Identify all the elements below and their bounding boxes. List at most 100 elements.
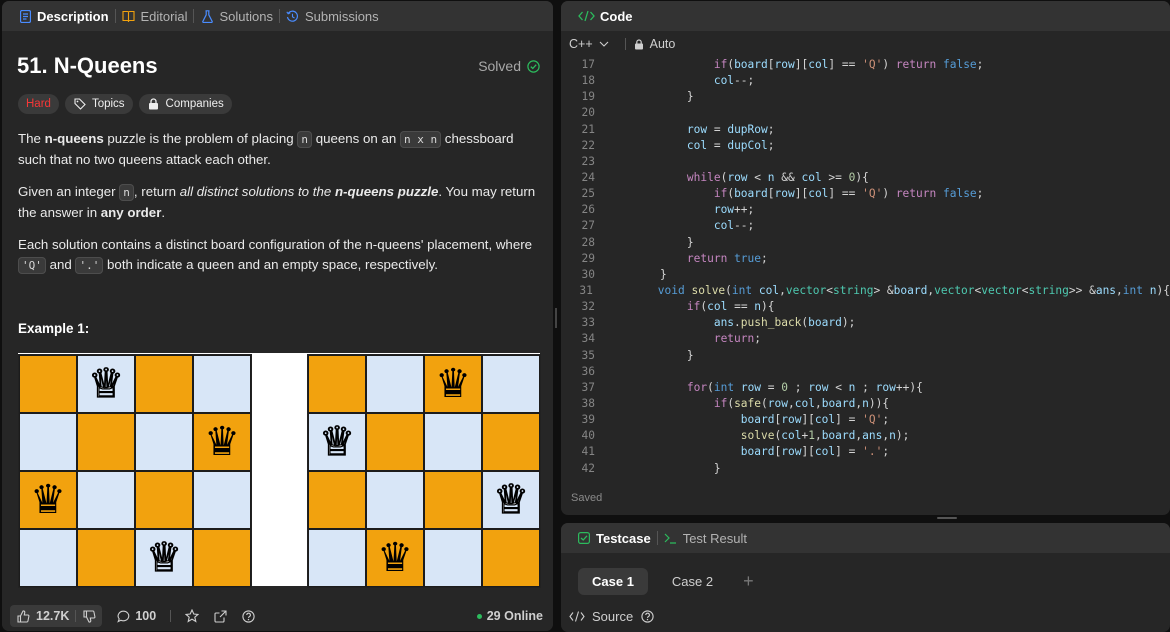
code-line[interactable]: 32 if(col == n){	[561, 299, 1170, 315]
companies-tag[interactable]: Companies	[138, 94, 232, 114]
line-number: 27	[581, 219, 595, 233]
code-text[interactable]: }	[595, 348, 694, 364]
thumbs-down-icon[interactable]	[82, 609, 96, 623]
code-text[interactable]: return;	[595, 331, 761, 347]
thumbs-up-icon[interactable]	[16, 609, 30, 623]
external-link-icon	[213, 609, 227, 623]
question-circle-icon	[241, 609, 255, 623]
code-line[interactable]: 35 }	[561, 348, 1170, 364]
language-label: C++	[569, 37, 593, 51]
code-line[interactable]: 31 void solve(int col,vector<string> &bo…	[561, 283, 1170, 299]
share-button[interactable]	[213, 609, 227, 623]
code-text[interactable]: solve(col+1,board,ans,n);	[595, 428, 910, 444]
question-circle-icon[interactable]	[640, 610, 654, 624]
tab-test-result[interactable]: Test Result	[658, 523, 753, 553]
tab-code[interactable]: Code	[571, 1, 639, 31]
code-text[interactable]: if(board[row][col] == 'Q') return false;	[595, 57, 984, 73]
code-line[interactable]: 23	[561, 154, 1170, 170]
tab-testcase[interactable]: Testcase	[571, 523, 657, 553]
testcase-panel: Testcase Test Result Case 1 Case 2 + Sou…	[561, 523, 1170, 632]
help-button[interactable]	[241, 609, 255, 623]
code-text[interactable]: if(board[row][col] == 'Q') return false;	[595, 186, 984, 202]
code-line[interactable]: 41 board[row][col] = '.';	[561, 444, 1170, 460]
code-line[interactable]: 20	[561, 105, 1170, 121]
tab-editorial[interactable]: Editorial	[116, 1, 194, 31]
horizontal-resize-handle[interactable]	[937, 517, 957, 519]
vertical-resize-handle[interactable]	[555, 308, 557, 328]
code-text[interactable]: row = dupRow;	[595, 122, 775, 138]
code-editor[interactable]: 17 if(board[row][col] == 'Q') return fal…	[561, 57, 1170, 475]
code-line[interactable]: 36	[561, 364, 1170, 380]
code-line[interactable]: 37 for(int row = 0 ; row < n ; row++){	[561, 380, 1170, 396]
case-1-tab[interactable]: Case 1	[578, 568, 648, 595]
code-text[interactable]: col = dupCol;	[595, 138, 775, 154]
line-number: 31	[579, 283, 593, 297]
line-number: 18	[581, 74, 595, 88]
code-line[interactable]: 42 }	[561, 461, 1170, 475]
code-text[interactable]: return true;	[595, 251, 768, 267]
comments-button[interactable]: 100	[116, 609, 156, 623]
line-number: 17	[581, 58, 595, 71]
tab-solutions[interactable]: Solutions	[194, 1, 278, 31]
code-text[interactable]: }	[595, 267, 667, 283]
auto-mode-toggle[interactable]: Auto	[632, 37, 675, 51]
code-text[interactable]: board[row][col] = 'Q';	[595, 412, 889, 428]
code-text[interactable]: row++;	[595, 202, 754, 218]
code-text[interactable]: ans.push_back(board);	[595, 315, 856, 331]
code-line[interactable]: 26 row++;	[561, 202, 1170, 218]
tab-editorial-label: Editorial	[140, 8, 188, 24]
code-text[interactable]: void solve(int col,vector<string> &board…	[593, 283, 1170, 299]
code-text[interactable]: for(int row = 0 ; row < n ; row++){	[595, 380, 923, 396]
favorite-button[interactable]	[185, 609, 200, 623]
code-text[interactable]: }	[595, 461, 721, 475]
add-case-icon[interactable]: +	[743, 571, 754, 592]
code-line[interactable]: 27 col--;	[561, 218, 1170, 234]
example-title: Example 1:	[18, 321, 90, 336]
tab-description[interactable]: Description	[12, 1, 115, 31]
code-line[interactable]: 24 while(row < n && col >= 0){	[561, 170, 1170, 186]
code-line[interactable]: 29 return true;	[561, 251, 1170, 267]
checkbox-icon	[577, 531, 591, 545]
language-select[interactable]: C++	[569, 37, 611, 51]
board-square	[424, 471, 482, 529]
bold-italic-text: n-queens puzzle	[334, 184, 439, 199]
code-line[interactable]: 21 row = dupRow;	[561, 122, 1170, 138]
code-text[interactable]: }	[595, 89, 694, 105]
code-line[interactable]: 22 col = dupCol;	[561, 138, 1170, 154]
queen-icon: ♛	[435, 361, 471, 407]
code-line[interactable]: 17 if(board[row][col] == 'Q') return fal…	[561, 57, 1170, 73]
line-number: 39	[581, 413, 595, 427]
code-line[interactable]: 18 col--;	[561, 73, 1170, 89]
code-text[interactable]: col--;	[595, 218, 754, 234]
code-text[interactable]: col--;	[595, 73, 754, 89]
case-2-tab[interactable]: Case 2	[658, 568, 727, 595]
source-label[interactable]: Source	[592, 609, 633, 624]
board-square	[482, 355, 540, 413]
code-text[interactable]	[595, 154, 633, 170]
inline-code: '.'	[75, 256, 104, 274]
code-text[interactable]: board[row][col] = '.';	[595, 444, 889, 460]
code-text[interactable]: if(col == n){	[595, 299, 775, 315]
code-line[interactable]: 19 }	[561, 89, 1170, 105]
line-number: 19	[581, 90, 595, 104]
chevron-down-icon	[597, 37, 611, 51]
code-line[interactable]: 28 }	[561, 235, 1170, 251]
code-line[interactable]: 39 board[row][col] = 'Q';	[561, 412, 1170, 428]
code-text[interactable]	[595, 364, 633, 380]
bold-text: n-queens	[44, 131, 104, 146]
code-line[interactable]: 30 }	[561, 267, 1170, 283]
example-image: ♕ ♛ ♛ ♕ ♛ ♕ ♕ ♛	[18, 353, 541, 588]
code-line[interactable]: 38 if(safe(row,col,board,n)){	[561, 396, 1170, 412]
code-line[interactable]: 25 if(board[row][col] == 'Q') return fal…	[561, 186, 1170, 202]
code-line[interactable]: 33 ans.push_back(board);	[561, 315, 1170, 331]
code-line[interactable]: 40 solve(col+1,board,ans,n);	[561, 428, 1170, 444]
topics-tag[interactable]: Topics	[64, 94, 133, 114]
left-tabbar: Description Editorial Solutions Submissi…	[2, 1, 553, 31]
code-line[interactable]: 34 return;	[561, 331, 1170, 347]
line-number: 25	[581, 187, 595, 201]
tab-submissions[interactable]: Submissions	[280, 1, 385, 31]
code-text[interactable]	[595, 105, 633, 121]
code-text[interactable]: }	[595, 235, 694, 251]
code-text[interactable]: while(row < n && col >= 0){	[595, 170, 869, 186]
code-text[interactable]: if(safe(row,col,board,n)){	[595, 396, 889, 412]
